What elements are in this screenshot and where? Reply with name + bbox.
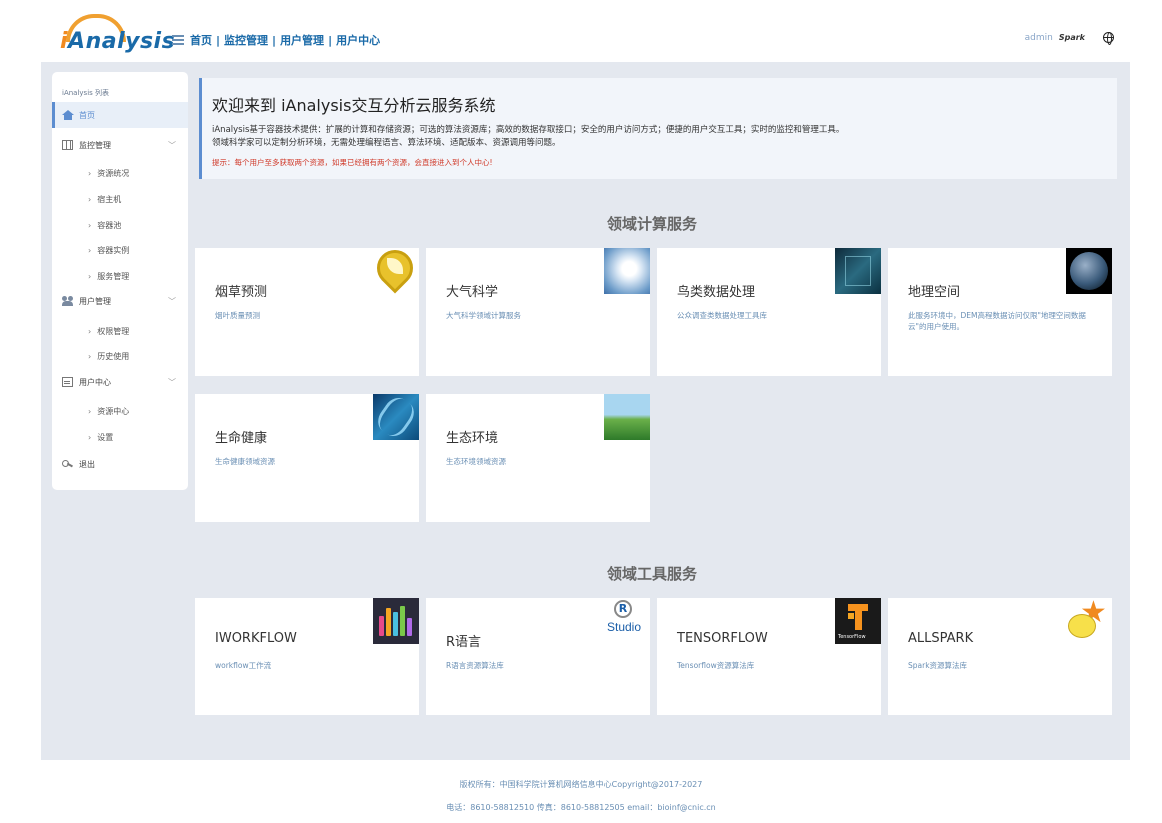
sidebar-item-logout[interactable]: 退出: [52, 451, 188, 477]
earth-icon: [1066, 248, 1112, 294]
card-desc: R语言资源算法库: [446, 661, 504, 670]
card-title: R语言: [446, 635, 482, 650]
grid-icon: [62, 140, 73, 150]
card-title: ALLSPARK: [908, 631, 974, 646]
users-icon: [62, 296, 73, 306]
tool-card-tensorflow[interactable]: TensorFlow TENSORFLOW Tensorflow资源算法库: [657, 598, 881, 715]
calendar-icon: [62, 377, 73, 387]
header-right: admin Spark: [1025, 32, 1114, 45]
card-desc: Tensorflow资源算法库: [677, 661, 755, 670]
top-nav: 首页 | 监控管理 | 用户管理 | 用户中心: [172, 32, 380, 48]
dna-icon: [372, 392, 420, 442]
card-desc: 烟叶质量预测: [215, 311, 260, 320]
nav-users[interactable]: 用户管理: [280, 32, 324, 48]
card-title: 地理空间: [908, 285, 961, 300]
sidebar-sub-resource-center[interactable]: › 资源中心: [88, 406, 129, 417]
workflow-icon: [373, 598, 419, 644]
sidebar-item-label: 用户管理: [79, 296, 111, 306]
service-card-eco[interactable]: 生态环境 生态环境领域资源: [426, 394, 650, 522]
spark-elephant-icon: ★: [1066, 598, 1112, 644]
home-icon: [62, 110, 74, 120]
sidebar-sub-settings[interactable]: › 设置: [88, 432, 113, 443]
welcome-line-2: 领域科学家可以定制分析环境，无需处理编程语言、算法环境、适配版本、资源调用等问题…: [212, 138, 561, 148]
nav-center[interactable]: 用户中心: [336, 32, 380, 48]
sidebar-sub-pool[interactable]: › 容器池: [88, 220, 121, 231]
sidebar-item-home[interactable]: 首页: [52, 102, 188, 128]
sidebar: iAnalysis 列表 首页 监控管理 ﹀ › 资源统况 › 宿主机 › 容器池 ›…: [52, 72, 188, 490]
sidebar-item-label: 用户中心: [79, 377, 111, 387]
chevron-down-icon: ﹀: [168, 141, 176, 150]
data-screen-icon: [835, 248, 881, 294]
service-card-bird[interactable]: 鸟类数据处理 公众调查类数据处理工具库: [657, 248, 881, 376]
card-desc: workflow工作流: [215, 661, 272, 670]
service-card-geo[interactable]: 地理空间 此服务环境中，DEM高程数据访问仅限"地理空间数据云"的用户使用。: [888, 248, 1112, 376]
card-title: 生态环境: [446, 431, 499, 446]
main-panel: iAnalysis 列表 首页 监控管理 ﹀ › 资源统况 › 宿主机 › 容器池 ›…: [41, 62, 1130, 760]
landscape-icon: [604, 394, 650, 440]
card-title: 大气科学: [446, 285, 499, 300]
tobacco-leaf-icon: [369, 242, 421, 294]
card-title: 烟草预测: [215, 285, 268, 300]
card-desc: 公众调查类数据处理工具库: [677, 311, 767, 320]
tool-card-allspark[interactable]: ★ ALLSPARK Spark资源算法库: [888, 598, 1112, 715]
card-title: 鸟类数据处理: [677, 285, 756, 300]
sidebar-item-label: 监控管理: [79, 140, 111, 150]
key-icon: [62, 459, 73, 469]
service-card-tobacco[interactable]: 烟草预测 烟叶质量预测: [195, 242, 421, 376]
sidebar-sub-history[interactable]: › 历史使用: [88, 351, 129, 362]
welcome-line-1: iAnalysis基于容器技术提供：扩展的计算和存储资源；可选的算法资源库；高效…: [212, 125, 845, 135]
service-card-atmosphere[interactable]: 大气科学 大气科学领域计算服务: [426, 248, 650, 376]
welcome-title: 欢迎来到 iAnalysis交互分析云服务系统: [212, 96, 496, 115]
sidebar-item-center[interactable]: 用户中心 ﹀: [52, 369, 188, 395]
globe-icon[interactable]: [1103, 32, 1114, 45]
compute-section-title: 领域计算服务: [607, 215, 698, 233]
sidebar-sub-permissions[interactable]: › 权限管理: [88, 326, 129, 337]
rstudio-logo-icon: R Studio: [604, 598, 650, 644]
sidebar-item-users[interactable]: 用户管理 ﹀: [52, 288, 188, 314]
service-card-life[interactable]: 生命健康 生命健康领域资源: [195, 392, 420, 522]
logo-text: iAnalysis: [60, 29, 176, 54]
footer-copyright: 版权所有：中国科学院计算机网络信息中心Copyright@2017-2027: [459, 780, 703, 789]
chevron-down-icon: ﹀: [168, 378, 176, 387]
chevron-down-icon: ﹀: [168, 297, 176, 306]
card-desc: 生命健康领域资源: [215, 457, 275, 466]
welcome-banner: 欢迎来到 iAnalysis交互分析云服务系统 iAnalysis基于容器技术提…: [199, 78, 1117, 179]
sidebar-item-label: 首页: [79, 110, 95, 120]
spark-logo: Spark: [1058, 33, 1085, 42]
ianalysis-logo[interactable]: iAnalysis: [58, 14, 175, 56]
tensorflow-logo-icon: TensorFlow: [835, 598, 881, 644]
sidebar-item-monitor[interactable]: 监控管理 ﹀: [52, 132, 188, 158]
sidebar-sub-resources[interactable]: › 资源统况: [88, 168, 129, 179]
card-title: TENSORFLOW: [677, 631, 768, 646]
menu-icon[interactable]: [172, 35, 184, 45]
card-desc: 生态环境领域资源: [446, 457, 506, 466]
sidebar-item-label: 退出: [79, 459, 95, 469]
hurricane-image-icon: [604, 248, 650, 294]
card-desc: 此服务环境中，DEM高程数据访问仅限"地理空间数据云"的用户使用。: [908, 311, 1086, 331]
top-header: iAnalysis 首页 | 监控管理 | 用户管理 | 用户中心 admin …: [0, 0, 1162, 62]
sidebar-sub-instances[interactable]: › 容器实例: [88, 245, 129, 256]
tools-section-title: 领域工具服务: [607, 565, 698, 583]
sidebar-title: iAnalysis 列表: [62, 89, 110, 97]
tool-card-r[interactable]: R Studio R语言 R语言资源算法库: [426, 598, 650, 715]
footer-contact: 电话：8610-58812510 传真：8610-58812505 email：…: [446, 803, 716, 812]
sidebar-sub-host[interactable]: › 宿主机: [88, 194, 121, 205]
nav-monitor[interactable]: 监控管理: [224, 32, 268, 48]
nav-home[interactable]: 首页: [190, 32, 212, 48]
welcome-tip: 提示：每个用户至多获取两个资源，如果已经拥有两个资源，会直接进入到个人中心!: [212, 158, 493, 167]
card-title: IWORKFLOW: [215, 631, 297, 646]
current-user[interactable]: admin: [1025, 33, 1053, 43]
card-desc: Spark资源算法库: [908, 661, 968, 670]
card-desc: 大气科学领域计算服务: [446, 311, 521, 320]
card-title: 生命健康: [215, 431, 268, 446]
tool-card-iworkflow[interactable]: IWORKFLOW workflow工作流: [195, 598, 419, 715]
sidebar-sub-services[interactable]: › 服务管理: [88, 271, 129, 282]
